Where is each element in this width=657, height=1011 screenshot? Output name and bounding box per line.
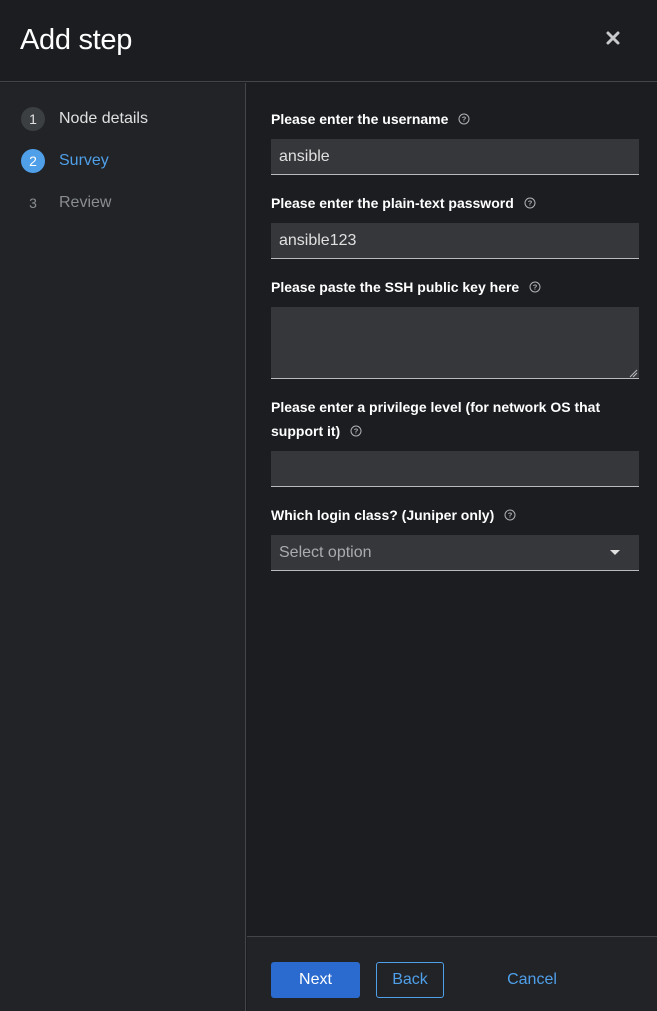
privilege-label: Please enter a privilege level (for netw… bbox=[271, 395, 641, 443]
privilege-input[interactable] bbox=[271, 451, 639, 487]
add-step-modal: Add step 1 Node details 2 Survey 3 Revie… bbox=[0, 0, 657, 1011]
svg-text:?: ? bbox=[462, 115, 467, 124]
select-placeholder: Select option bbox=[279, 543, 372, 561]
step-number: 2 bbox=[21, 149, 45, 173]
back-button[interactable]: Back bbox=[376, 962, 444, 998]
help-icon[interactable]: ? bbox=[458, 113, 470, 125]
step-number: 3 bbox=[29, 195, 37, 211]
help-icon[interactable]: ? bbox=[350, 425, 362, 437]
username-input[interactable] bbox=[271, 139, 639, 175]
next-button[interactable]: Next bbox=[271, 962, 360, 998]
ssh-key-label: Please paste the SSH public key here ? bbox=[271, 275, 641, 299]
login-class-label-text: Which login class? (Juniper only) bbox=[271, 507, 495, 523]
nav-item-label: Review bbox=[59, 194, 112, 211]
nav-item-label: Survey bbox=[59, 152, 109, 169]
nav-item-survey[interactable]: 2 Survey bbox=[21, 148, 109, 174]
login-class-select[interactable]: Select option bbox=[271, 535, 639, 571]
step-number: 1 bbox=[21, 107, 45, 131]
svg-text:?: ? bbox=[533, 283, 538, 292]
wizard-nav: 1 Node details 2 Survey 3 Review bbox=[0, 83, 246, 1011]
caret-down-icon bbox=[610, 550, 620, 555]
svg-text:?: ? bbox=[354, 427, 359, 436]
password-input[interactable] bbox=[271, 223, 639, 259]
ssh-key-label-text: Please paste the SSH public key here bbox=[271, 279, 520, 295]
username-label-text: Please enter the username bbox=[271, 111, 449, 127]
modal-title: Add step bbox=[20, 24, 133, 56]
svg-text:?: ? bbox=[508, 511, 513, 520]
close-icon bbox=[606, 31, 620, 45]
wizard-footer: Next Back Cancel bbox=[247, 936, 657, 1011]
nav-item-node-details[interactable]: 1 Node details bbox=[21, 106, 148, 132]
nav-item-label: Node details bbox=[59, 110, 148, 127]
svg-text:?: ? bbox=[527, 199, 532, 208]
username-label: Please enter the username ? bbox=[271, 107, 641, 131]
close-button[interactable] bbox=[600, 25, 626, 51]
survey-form: Please enter the username ? Please enter… bbox=[247, 83, 657, 936]
nav-item-review[interactable]: 3 Review bbox=[21, 190, 111, 216]
help-icon[interactable]: ? bbox=[524, 197, 536, 209]
help-icon[interactable]: ? bbox=[504, 509, 516, 521]
ssh-key-textarea[interactable] bbox=[271, 307, 639, 379]
password-label: Please enter the plain-text password ? bbox=[271, 191, 641, 215]
login-class-label: Which login class? (Juniper only) ? bbox=[271, 503, 641, 527]
modal-header: Add step bbox=[0, 0, 657, 82]
privilege-label-text: Please enter a privilege level (for netw… bbox=[271, 399, 601, 439]
help-icon[interactable]: ? bbox=[529, 281, 541, 293]
password-label-text: Please enter the plain-text password bbox=[271, 195, 514, 211]
cancel-button[interactable]: Cancel bbox=[494, 962, 570, 998]
